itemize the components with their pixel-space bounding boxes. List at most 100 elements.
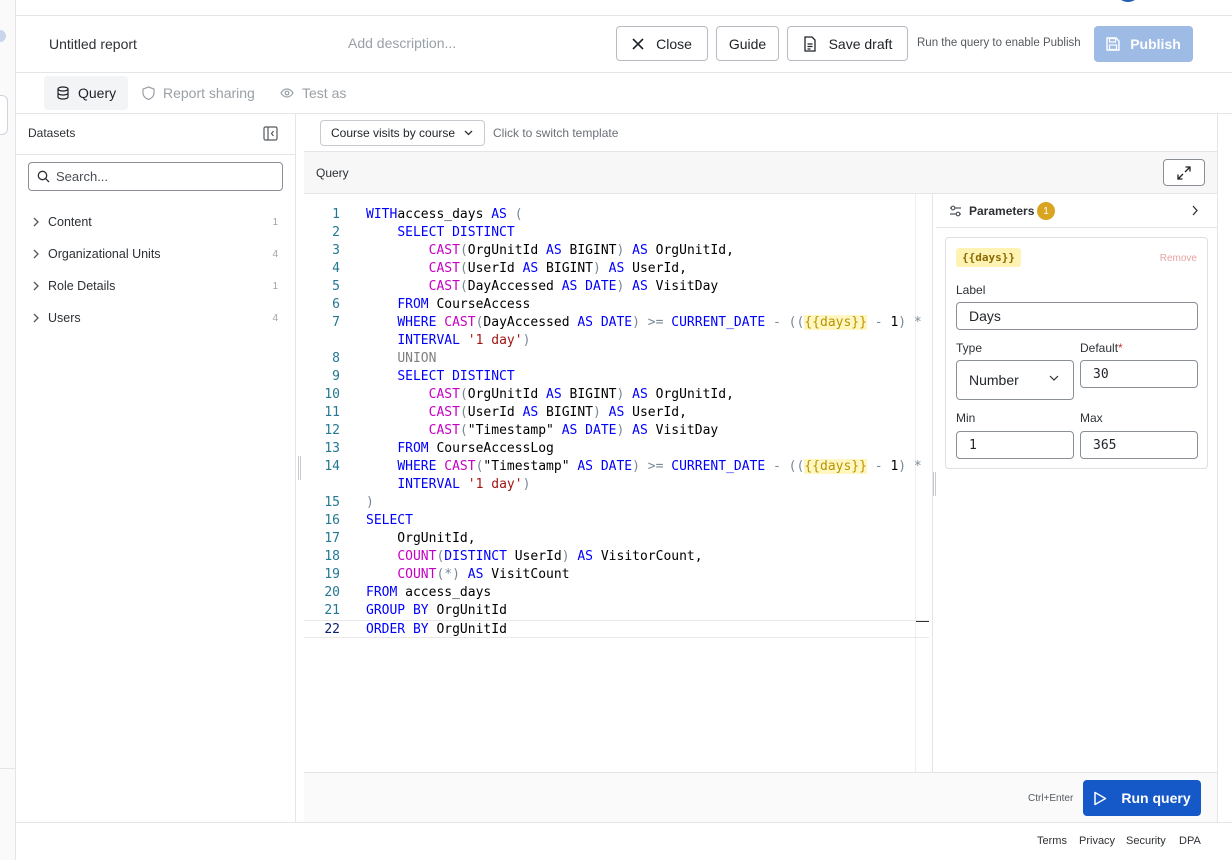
code-token: OrgUnitId bbox=[428, 622, 507, 637]
publish-label: Publish bbox=[1130, 36, 1181, 52]
template-select[interactable]: Course visits by course bbox=[320, 120, 485, 146]
code-token: '1 day' bbox=[467, 477, 523, 492]
code-line[interactable]: 4 CAST(UserId AS BIGINT) AS UserId, bbox=[304, 260, 929, 278]
code-line[interactable]: 1 WITHaccess_days AS ( bbox=[304, 206, 929, 224]
code-token: CourseAccess bbox=[428, 297, 531, 312]
line-number: 19 bbox=[324, 567, 340, 582]
code-token: ) bbox=[522, 333, 531, 348]
code-line[interactable]: 12 CAST("Timestamp" AS DATE) AS VisitDay bbox=[304, 422, 929, 440]
code-line[interactable]: 11 CAST(UserId AS BIGINT) AS UserId, bbox=[304, 404, 929, 422]
code-token: INTERVAL bbox=[397, 333, 460, 348]
tab-test-as[interactable]: Test as bbox=[280, 76, 346, 110]
code-line[interactable]: INTERVAL '1 day') bbox=[304, 476, 929, 494]
dataset-item-role-details[interactable]: Role Details 1 bbox=[32, 276, 278, 296]
dataset-item-organizational-units[interactable]: Organizational Units 4 bbox=[32, 244, 278, 264]
code-token: ) bbox=[561, 549, 570, 564]
code-line[interactable]: 18 COUNT(DISTINCT UserId) AS VisitorCoun… bbox=[304, 548, 929, 566]
run-shortcut-hint: Ctrl+Enter bbox=[1028, 793, 1074, 804]
run-bar: Ctrl+Enter Run query bbox=[304, 772, 1217, 822]
line-number: 10 bbox=[324, 387, 340, 402]
tab-query-label: Query bbox=[78, 85, 117, 101]
code-token: - bbox=[874, 315, 891, 330]
tab-report-sharing[interactable]: Report sharing bbox=[142, 76, 255, 110]
parameter-type-select[interactable]: Number bbox=[956, 360, 1074, 400]
footer-link-security[interactable]: Security bbox=[1126, 835, 1166, 847]
guide-button[interactable]: Guide bbox=[716, 26, 779, 61]
parameter-default-input[interactable]: 30 bbox=[1080, 360, 1198, 388]
publish-button[interactable]: Publish bbox=[1094, 26, 1193, 62]
code-token: >= bbox=[647, 459, 664, 474]
code-token: SELECT DISTINCT bbox=[397, 369, 515, 384]
dataset-item-label: Organizational Units bbox=[48, 247, 161, 261]
code-line[interactable]: 16 SELECT bbox=[304, 512, 929, 530]
shield-icon bbox=[142, 86, 155, 100]
code-token: FROM bbox=[366, 585, 398, 600]
run-query-button[interactable]: Run query bbox=[1083, 780, 1201, 816]
report-title-input[interactable]: Untitled report bbox=[49, 36, 137, 52]
chevron-down-icon bbox=[464, 130, 473, 136]
close-button[interactable]: Close bbox=[616, 26, 708, 61]
collapse-panel-icon[interactable] bbox=[263, 126, 278, 141]
code-line[interactable]: 14 WHERE CAST("Timestamp" AS DATE) >= CU… bbox=[304, 458, 929, 476]
code-line[interactable]: 20 FROM access_days bbox=[304, 584, 929, 602]
dataset-search-input[interactable]: Search... bbox=[28, 162, 283, 191]
sql-editor[interactable]: 1 WITHaccess_days AS (2 SELECT DISTINCT 3 … bbox=[304, 194, 932, 772]
footer-link-privacy[interactable]: Privacy bbox=[1079, 835, 1115, 847]
avatar[interactable] bbox=[1116, 0, 1140, 2]
code-token: UserId, bbox=[624, 405, 687, 420]
parameter-max-input[interactable]: 365 bbox=[1080, 431, 1198, 459]
parameter-min-input[interactable]: 1 bbox=[956, 431, 1074, 459]
code-line[interactable]: 8 UNION bbox=[304, 350, 929, 368]
code-line[interactable]: 13 FROM CourseAccessLog bbox=[304, 440, 929, 458]
code-line[interactable]: 17 OrgUnitId, bbox=[304, 530, 929, 548]
chevron-right-icon[interactable] bbox=[1191, 205, 1199, 216]
code-line[interactable]: 9 SELECT DISTINCT bbox=[304, 368, 929, 386]
document-icon bbox=[803, 35, 816, 52]
code-line[interactable]: 15) bbox=[304, 494, 929, 512]
parameter-max-value: 365 bbox=[1093, 437, 1117, 453]
parameter-label-input[interactable]: Days bbox=[956, 302, 1198, 330]
remove-parameter-button[interactable]: Remove bbox=[1160, 253, 1197, 264]
expand-editor-button[interactable] bbox=[1163, 159, 1205, 186]
code-line[interactable]: 7 WHERE CAST(DayAccessed AS DATE) >= CUR… bbox=[304, 314, 929, 332]
code-token: WITH bbox=[366, 207, 398, 222]
search-placeholder: Search... bbox=[56, 169, 109, 184]
footer-link-terms[interactable]: Terms bbox=[1037, 835, 1067, 847]
code-token: CAST bbox=[428, 261, 460, 276]
dataset-item-users[interactable]: Users 4 bbox=[32, 308, 278, 328]
code-text: CAST(DayAccessed AS DATE) AS VisitDay bbox=[366, 278, 719, 296]
code-line[interactable]: 21 GROUP BY OrgUnitId bbox=[304, 602, 929, 620]
code-line[interactable]: 22 ORDER BY OrgUnitId bbox=[304, 620, 929, 638]
code-token: FROM bbox=[397, 297, 429, 312]
tab-query[interactable]: Query bbox=[44, 76, 128, 110]
dataset-item-content[interactable]: Content 1 bbox=[32, 212, 278, 232]
sidebar-resize-handle[interactable] bbox=[298, 456, 301, 480]
code-line[interactable]: 10 CAST(OrgUnitId AS BIGINT) AS OrgUnitI… bbox=[304, 386, 929, 404]
label-field-label: Label bbox=[956, 283, 986, 297]
dataset-item-label: Content bbox=[48, 215, 92, 229]
footer-link-dpa[interactable]: DPA bbox=[1179, 835, 1201, 847]
right-gutter bbox=[1217, 114, 1232, 822]
code-line[interactable]: 19 COUNT(*) AS VisitCount bbox=[304, 566, 929, 584]
save-draft-button[interactable]: Save draft bbox=[787, 26, 908, 61]
nav-collapse-handle[interactable] bbox=[0, 95, 8, 135]
code-token: AS bbox=[632, 387, 648, 402]
code-token: ( bbox=[459, 243, 468, 258]
database-icon bbox=[57, 86, 69, 100]
code-line[interactable]: 6 FROM CourseAccess bbox=[304, 296, 929, 314]
template-bar: Course visits by course Click to switch … bbox=[304, 114, 1217, 152]
code-line[interactable]: 3 CAST(OrgUnitId AS BIGINT) AS OrgUnitId… bbox=[304, 242, 929, 260]
code-line[interactable]: 2 SELECT DISTINCT bbox=[304, 224, 929, 242]
nav-icon-partial[interactable] bbox=[0, 30, 6, 42]
app-nav-edge bbox=[0, 0, 16, 860]
code-line[interactable]: INTERVAL '1 day') bbox=[304, 332, 929, 350]
line-number: 7 bbox=[332, 315, 340, 330]
code-token: INTERVAL bbox=[397, 477, 460, 492]
code-line[interactable]: 5 CAST(DayAccessed AS DATE) AS VisitDay bbox=[304, 278, 929, 296]
report-description-input[interactable]: Add description... bbox=[348, 35, 456, 51]
parameters-header[interactable]: Parameters 1 bbox=[936, 194, 1217, 228]
